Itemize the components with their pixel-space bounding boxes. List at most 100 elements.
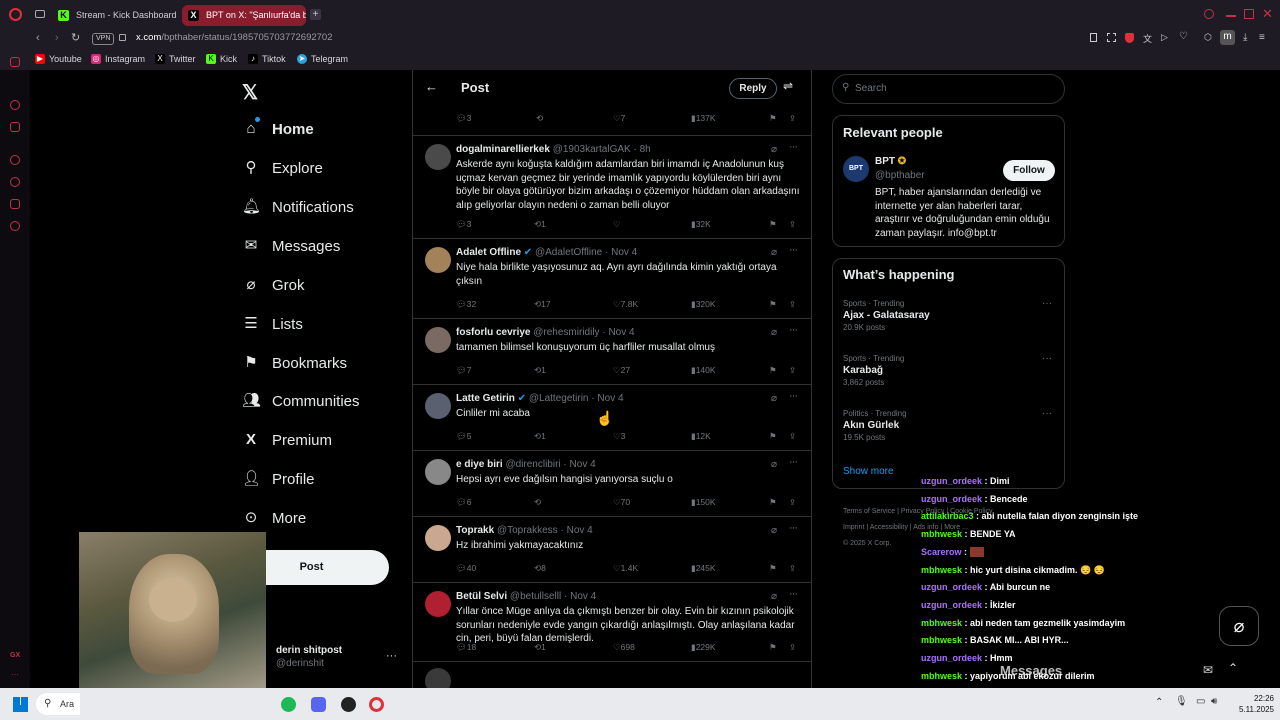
nav-grok[interactable]: ⌀ Grok — [242, 270, 304, 300]
more-icon[interactable]: ··· — [789, 588, 798, 600]
author-handle[interactable]: @rehesmiridily — [533, 327, 599, 338]
share-action[interactable]: ⇪ — [789, 113, 796, 124]
like-action[interactable]: ♡ 3 — [613, 431, 625, 442]
nav-explore[interactable]: ⚲ Explore — [242, 153, 323, 183]
reply-action[interactable]: 💬︎ 7 — [456, 365, 472, 376]
author-name[interactable]: Toprakk — [456, 525, 494, 536]
url-text[interactable]: x.com/bpthaber/status/198570570377269270… — [136, 32, 333, 43]
chat-username[interactable]: mbhwesk — [921, 671, 962, 681]
share-action[interactable]: ⇪ — [789, 563, 796, 574]
bookmark-action[interactable]: ⚑ — [769, 365, 777, 376]
views-action[interactable]: ▮ 150K — [691, 497, 716, 508]
views-action[interactable]: ▮ 137K — [691, 113, 716, 124]
author-handle[interactable]: @1903kartalGAK — [553, 144, 631, 155]
reply-action[interactable]: 💬︎ 3 — [456, 219, 472, 230]
avatar[interactable]: BPT — [843, 156, 869, 182]
show-more-link[interactable]: Show more — [843, 466, 894, 477]
more-icon[interactable]: ··· — [789, 456, 798, 468]
like-action[interactable]: ♡ 7 — [613, 113, 625, 124]
aria-icon[interactable] — [10, 57, 20, 67]
chat-username[interactable]: mbhwesk — [921, 618, 962, 628]
opera-gx-icon[interactable] — [369, 697, 384, 712]
grok-fab[interactable]: ⌀ — [1219, 606, 1259, 646]
chat-username[interactable]: uzgun_ordeek — [921, 582, 982, 592]
views-action[interactable]: ▮ 140K — [691, 365, 716, 376]
translate-icon[interactable]: 文 — [1143, 32, 1152, 45]
chat-username[interactable]: Scarerow — [921, 547, 962, 557]
repost-action[interactable]: ⟲ 8 — [534, 563, 546, 574]
tweet[interactable]: Adalet Offline ✔ @AdaletOffline · Nov 4 … — [413, 239, 811, 319]
like-action[interactable]: ♡ 70 — [613, 497, 630, 508]
bookmark-action[interactable]: ⚑ — [769, 642, 777, 653]
new-tab-button[interactable]: + — [310, 9, 321, 20]
more-icon[interactable]: ··· — [789, 390, 798, 402]
author-name[interactable]: dogalminarellierkek — [456, 144, 550, 155]
like-action[interactable]: ♡ 1.4K — [613, 563, 638, 574]
history-icon[interactable] — [10, 177, 20, 187]
author-name[interactable]: Latte Getirin — [456, 393, 515, 404]
tweet-time[interactable]: Nov 4 — [611, 247, 637, 258]
clock[interactable]: 22:26 5.11.2025 — [1230, 693, 1274, 715]
x-logo-icon[interactable]: 𝕏 — [242, 80, 258, 105]
author-name[interactable]: Betül Selvi — [456, 591, 507, 602]
spotify-icon[interactable] — [281, 697, 296, 712]
collapse-icon[interactable]: ⌃ — [1228, 661, 1238, 675]
more-icon[interactable]: ··· — [789, 141, 798, 153]
search-input[interactable]: ⚲ Search — [832, 74, 1065, 104]
like-action[interactable]: ♡ 698 — [613, 642, 635, 653]
like-action[interactable]: ♡ 7.8K — [613, 299, 638, 310]
tweet-time[interactable]: Nov 4 — [570, 591, 596, 602]
author-name[interactable]: fosforlu cevriye — [456, 327, 530, 338]
bookmark-action[interactable]: ⚑ — [769, 219, 777, 230]
more-icon[interactable]: ··· — [789, 522, 798, 534]
more-icon[interactable]: ··· — [386, 650, 397, 662]
grok-icon[interactable]: ⌀ — [771, 591, 777, 602]
tweet-time[interactable]: Nov 4 — [567, 525, 593, 536]
repost-action[interactable]: ⟲ — [534, 497, 541, 508]
tab-x-post[interactable]: X BPT on X: "Şanlıurfa'da bi — [182, 5, 306, 26]
more-icon[interactable]: ··· — [1042, 298, 1052, 309]
author-handle[interactable]: @betullselll — [510, 591, 561, 602]
tweet-partial[interactable] — [413, 662, 811, 688]
account-switcher[interactable]: derin shitpost @derinshit ··· — [276, 645, 406, 675]
bookmark-instagram[interactable]: ◎ Instagram — [91, 53, 145, 65]
bookmark-action[interactable]: ⚑ — [769, 113, 777, 124]
like-action[interactable]: ♡ 27 — [613, 365, 630, 376]
share-action[interactable]: ⇪ — [789, 299, 796, 310]
bookmark-action[interactable]: ⚑ — [769, 299, 777, 310]
nav-communities[interactable]: 👥︎ Communities — [242, 386, 360, 416]
volume-icon[interactable]: 🔊︎ — [1211, 696, 1217, 707]
tweet-time[interactable]: Nov 4 — [570, 459, 596, 470]
tab-menu-icon[interactable] — [35, 10, 45, 18]
vpn-badge[interactable]: VPN — [92, 33, 115, 45]
maximize-icon[interactable] — [1244, 9, 1254, 19]
follow-button[interactable]: Follow — [1003, 160, 1055, 181]
author-handle[interactable]: @Lattegetirin — [529, 393, 589, 404]
bookmark-telegram[interactable]: ➤ Telegram — [297, 53, 348, 65]
person-name[interactable]: BPT ✪ — [875, 156, 906, 167]
views-action[interactable]: ▮ 320K — [691, 299, 716, 310]
footer-link[interactable]: Imprint — [843, 524, 864, 531]
nav-messages[interactable]: ✉ Messages — [242, 231, 341, 261]
messenger-icon[interactable] — [10, 100, 20, 110]
repost-action[interactable]: ⟲ 1 — [534, 365, 546, 376]
more-icon[interactable]: ··· — [789, 324, 798, 336]
like-action[interactable]: ♡ — [613, 219, 621, 230]
heart-icon[interactable]: ♡ — [1179, 31, 1188, 42]
reply-action[interactable]: 💬︎ 18 — [456, 642, 476, 653]
tweet-time[interactable]: Nov 4 — [608, 327, 634, 338]
avatar[interactable] — [425, 144, 451, 170]
forward-icon[interactable]: › — [55, 32, 59, 44]
footer-link[interactable]: Accessibility — [870, 524, 908, 531]
repost-action[interactable]: ⟲ 1 — [534, 219, 546, 230]
chat-username[interactable]: mbhwesk — [921, 565, 962, 575]
reply-action[interactable]: 💬︎ 40 — [456, 563, 476, 574]
author-name[interactable]: e diye biri — [456, 459, 503, 470]
menu-icon[interactable]: ≡ — [1259, 32, 1265, 43]
author-handle[interactable]: @AdaletOffline — [535, 247, 602, 258]
pin-icon[interactable] — [1090, 33, 1097, 42]
more-icon[interactable]: ··· — [1042, 353, 1052, 364]
avatar[interactable] — [425, 591, 451, 617]
bookmark-action[interactable]: ⚑ — [769, 431, 777, 442]
filter-icon[interactable]: ⇌ — [783, 79, 793, 93]
